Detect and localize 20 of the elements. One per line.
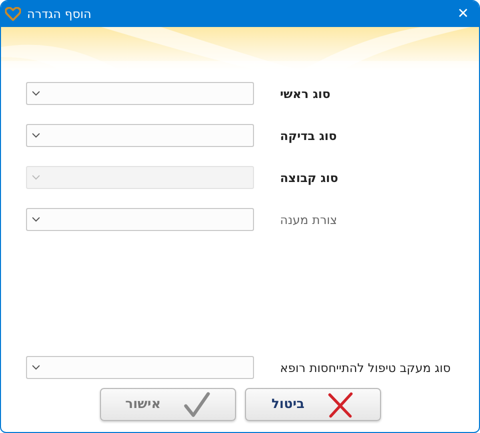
field-label: סוג ראשי xyxy=(280,86,330,100)
field-label: סוג בדיקה xyxy=(280,128,337,142)
chevron-down-icon xyxy=(32,365,40,370)
dropdown-field[interactable] xyxy=(26,208,254,231)
chevron-down-icon xyxy=(32,91,40,96)
cancel-button[interactable]: ביטול xyxy=(245,388,381,421)
window-title: הוסף הגדרה xyxy=(27,7,92,21)
field-label: צורת מענה xyxy=(280,212,338,226)
close-button[interactable]: ✕ xyxy=(453,6,473,22)
field-label: סוג קבוצה xyxy=(280,170,338,184)
dropdown-field[interactable] xyxy=(26,82,254,105)
chevron-down-icon xyxy=(32,217,40,222)
field-label: סוג מעקב טיפול להתייחסות רופא xyxy=(280,360,451,374)
chevron-down-icon xyxy=(32,133,40,138)
dropdown-field[interactable] xyxy=(26,124,254,147)
chevron-down-icon xyxy=(32,175,40,180)
dropdown-field[interactable] xyxy=(26,356,254,379)
heart-icon xyxy=(5,7,21,21)
cross-icon xyxy=(326,390,354,418)
checkmark-icon xyxy=(182,390,211,418)
